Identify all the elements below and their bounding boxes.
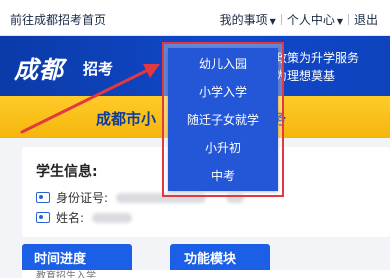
name-row: 姓名:	[36, 209, 133, 226]
logo-subtitle: 招考	[83, 60, 114, 78]
my-items-dropdown: 幼儿入园 小学入学 随迁子女就学 小升初 中考	[168, 48, 278, 191]
slogan-line-1: 政策为升学服务	[275, 51, 360, 65]
name-label: 姓名:	[56, 211, 85, 225]
home-link[interactable]: 前往成都招考首页	[10, 11, 106, 28]
student-info-heading: 学生信息:	[36, 164, 98, 180]
my-items-dropdown-highlight: 幼儿入园 小学入学 随迁子女就学 小升初 中考	[162, 42, 284, 197]
personal-center-menu[interactable]: 个人中心 ▼	[287, 11, 343, 28]
menu-item-primary-school[interactable]: 小学入学	[168, 79, 278, 105]
logout-link[interactable]: 退出	[354, 11, 378, 28]
id-card-icon	[36, 192, 50, 203]
menu-item-high-school-exam[interactable]: 中考	[168, 163, 278, 189]
my-items-menu[interactable]: 我的事项 ▼	[220, 11, 276, 28]
content-row: 教育招生入学	[22, 270, 390, 278]
content-row-text: 教育招生入学	[36, 271, 96, 278]
top-nav: 我的事项 ▼ 个人中心 ▼ 退出	[220, 11, 378, 28]
divider	[280, 14, 282, 25]
top-bar: 前往成都招考首页 我的事项 ▼ 个人中心 ▼ 退出	[0, 0, 390, 36]
function-module-tab[interactable]: 功能模块	[170, 244, 270, 270]
my-items-label: 我的事项	[219, 13, 268, 27]
slogan: 政策为升学服务 为理想莫基	[275, 49, 359, 85]
personal-center-label: 个人中心	[286, 13, 335, 27]
chevron-down-icon: ▼	[336, 17, 343, 26]
page-title: 成都市小	[96, 110, 157, 128]
menu-item-migrant-children[interactable]: 随迁子女就学	[168, 107, 278, 133]
slogan-line-2: 为理想莫基	[275, 69, 336, 83]
chevron-down-icon: ▼	[269, 17, 276, 26]
user-card-icon	[36, 212, 50, 223]
redacted-name-value	[92, 212, 133, 223]
id-number-label: 身份证号:	[56, 191, 109, 205]
menu-item-middle-school-entry[interactable]: 小升初	[168, 135, 278, 161]
divider	[347, 14, 349, 25]
menu-item-kindergarten[interactable]: 幼儿入园	[168, 51, 278, 77]
logo: 成都	[14, 55, 64, 84]
